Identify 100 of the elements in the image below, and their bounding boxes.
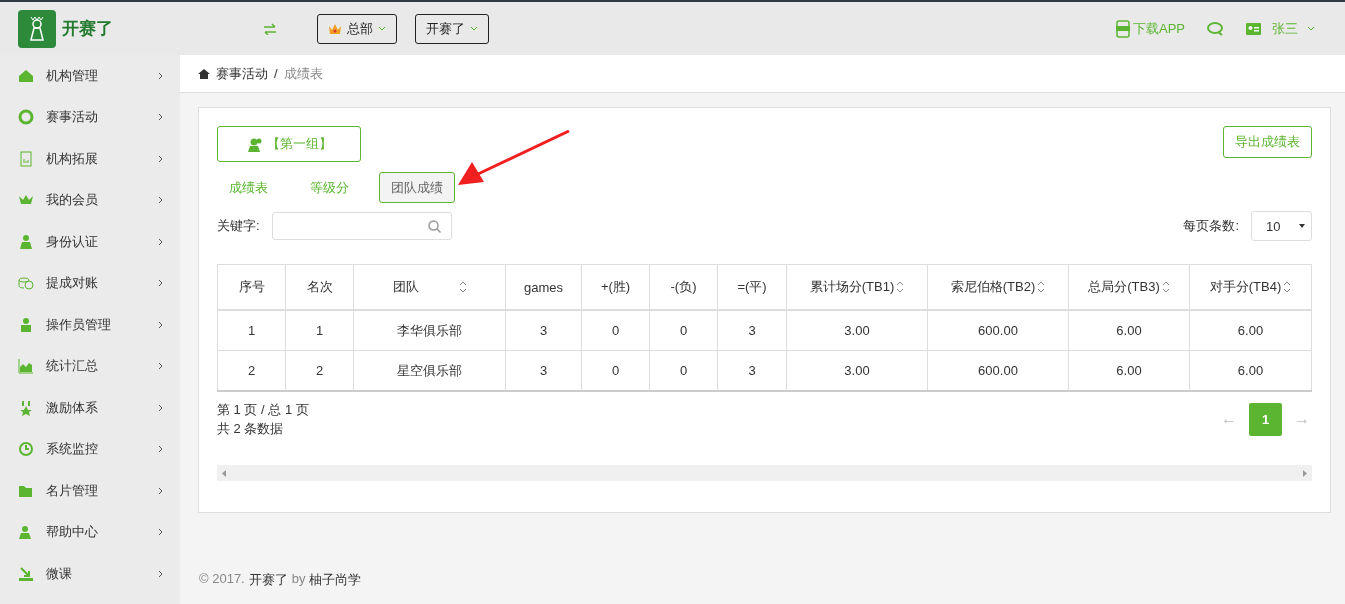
org-dropdown[interactable]: 总部 <box>317 13 397 44</box>
area-chart-icon <box>18 358 34 375</box>
horizontal-scrollbar[interactable] <box>217 465 1312 481</box>
table-cell: 0 <box>649 350 718 391</box>
tab[interactable]: 团队成绩 <box>379 172 455 203</box>
chevron-down-icon <box>1307 26 1315 31</box>
column-header: =(平) <box>717 264 787 310</box>
crown-icon <box>328 22 342 35</box>
sidebar-item[interactable]: 我的会员 <box>0 179 180 221</box>
sidebar-item[interactable]: 操作员管理 <box>0 304 180 346</box>
swap-icon <box>263 22 277 35</box>
person-icon <box>18 233 34 250</box>
column-header: games <box>505 264 582 310</box>
sidebar-item[interactable]: 机构拓展 <box>0 138 180 180</box>
caret-down-icon <box>1299 224 1305 228</box>
table-cell: 1 <box>285 310 354 351</box>
breadcrumb-item[interactable]: 赛事活动 <box>216 64 268 83</box>
table-cell: 6.00 <box>1068 350 1190 391</box>
download-tray-icon <box>18 565 34 582</box>
app-dropdown[interactable]: 开赛了 <box>415 13 489 44</box>
table-cell: 600.00 <box>927 350 1069 391</box>
sidebar-item[interactable]: 身份认证 <box>0 221 180 263</box>
keyword-label: 关键字: <box>217 217 260 235</box>
table-cell: 2 <box>217 350 286 391</box>
by-text: by <box>291 571 306 588</box>
chevron-right-icon <box>158 445 163 454</box>
table-cell: 李华俱乐部 <box>353 310 506 351</box>
keyword-search-field[interactable] <box>271 212 452 240</box>
chevron-right-icon <box>158 71 163 80</box>
sidebar-item[interactable]: 赛事活动 <box>0 96 180 138</box>
operator-icon <box>18 316 34 333</box>
sidebar-item[interactable]: 提成对账 <box>0 262 180 304</box>
table-cell: 0 <box>581 310 650 351</box>
sidebar-item[interactable]: 帮助中心 <box>0 511 180 553</box>
chess-logo-icon <box>18 9 56 48</box>
chevron-right-icon <box>158 279 163 288</box>
table-cell: 3.00 <box>786 350 928 391</box>
sidebar-item[interactable]: 机构管理 <box>0 55 180 97</box>
copyright-text: © 2017. <box>199 571 245 588</box>
table-cell: 3 <box>505 350 582 391</box>
sidebar-item[interactable]: 激励体系 <box>0 387 180 429</box>
table-cell: 1 <box>217 310 286 351</box>
chevron-right-icon <box>158 237 163 246</box>
column-header[interactable]: 团队 <box>353 264 506 310</box>
phone-app-icon <box>1116 19 1130 38</box>
author-link[interactable]: 柚子尚学 <box>309 571 362 589</box>
table-cell: 星空俱乐部 <box>353 350 506 391</box>
column-header[interactable]: 累计场分(TB1) <box>786 264 928 310</box>
sidebar-item[interactable]: 系统监控 <box>0 428 180 470</box>
lifebuoy-icon <box>18 109 34 126</box>
table-cell: 6.00 <box>1189 310 1312 351</box>
logo-text: 开赛了 <box>62 18 113 40</box>
chevron-right-icon <box>158 486 163 495</box>
breadcrumb-item: 成绩表 <box>283 64 323 83</box>
sidebar-item[interactable]: 统计汇总 <box>0 345 180 387</box>
breadcrumb-separator: / <box>274 66 278 81</box>
chevron-down-icon <box>378 26 386 31</box>
id-card-icon <box>1246 22 1261 35</box>
chevron-right-icon <box>158 403 163 412</box>
record-count: 共 2 条数据 <box>217 420 285 438</box>
page-size-select[interactable]: 10 <box>1251 211 1312 241</box>
brand-link[interactable]: 开赛了 <box>248 571 288 589</box>
table-cell: 0 <box>581 350 650 391</box>
house-icon <box>18 67 34 84</box>
coins-icon <box>18 275 34 292</box>
table-cell: 3 <box>717 350 787 391</box>
table-cell: 3 <box>505 310 582 351</box>
table-cell: 6.00 <box>1189 350 1312 391</box>
scroll-left-icon <box>222 469 226 477</box>
chevron-right-icon <box>158 362 163 371</box>
table-cell: 600.00 <box>927 310 1069 351</box>
chat-icon[interactable] <box>1207 21 1224 36</box>
column-header: 序号 <box>217 264 286 310</box>
clock-icon <box>18 441 34 458</box>
table-cell: 3.00 <box>786 310 928 351</box>
column-header: 名次 <box>285 264 354 310</box>
sidebar-item[interactable]: 微课 <box>0 553 180 595</box>
column-header[interactable]: 索尼伯格(TB2) <box>927 264 1069 310</box>
sidebar-item[interactable]: 名片管理 <box>0 470 180 512</box>
table-cell: 2 <box>285 350 354 391</box>
medal-icon <box>18 399 34 416</box>
page-info: 第 1 页 / 总 1 页 <box>217 401 309 419</box>
column-header[interactable]: 对手分(TB4) <box>1189 264 1312 310</box>
chart-document-icon <box>18 150 34 167</box>
search-icon <box>427 219 441 233</box>
table-cell: 3 <box>717 310 787 351</box>
table-cell: 0 <box>649 310 718 351</box>
column-header: +(胜) <box>581 264 650 310</box>
column-header: -(负) <box>649 264 718 310</box>
chevron-down-icon <box>470 26 478 31</box>
page-size-label: 每页条数: <box>1183 217 1239 235</box>
scroll-right-icon <box>1303 469 1307 477</box>
chevron-right-icon <box>158 154 163 163</box>
chevron-right-icon <box>158 320 163 329</box>
chevron-right-icon <box>158 113 163 122</box>
chevron-right-icon <box>158 569 163 578</box>
home-icon <box>198 68 210 79</box>
column-header[interactable]: 总局分(TB3) <box>1068 264 1190 310</box>
chevron-right-icon <box>158 528 163 537</box>
chevron-right-icon <box>158 196 163 205</box>
